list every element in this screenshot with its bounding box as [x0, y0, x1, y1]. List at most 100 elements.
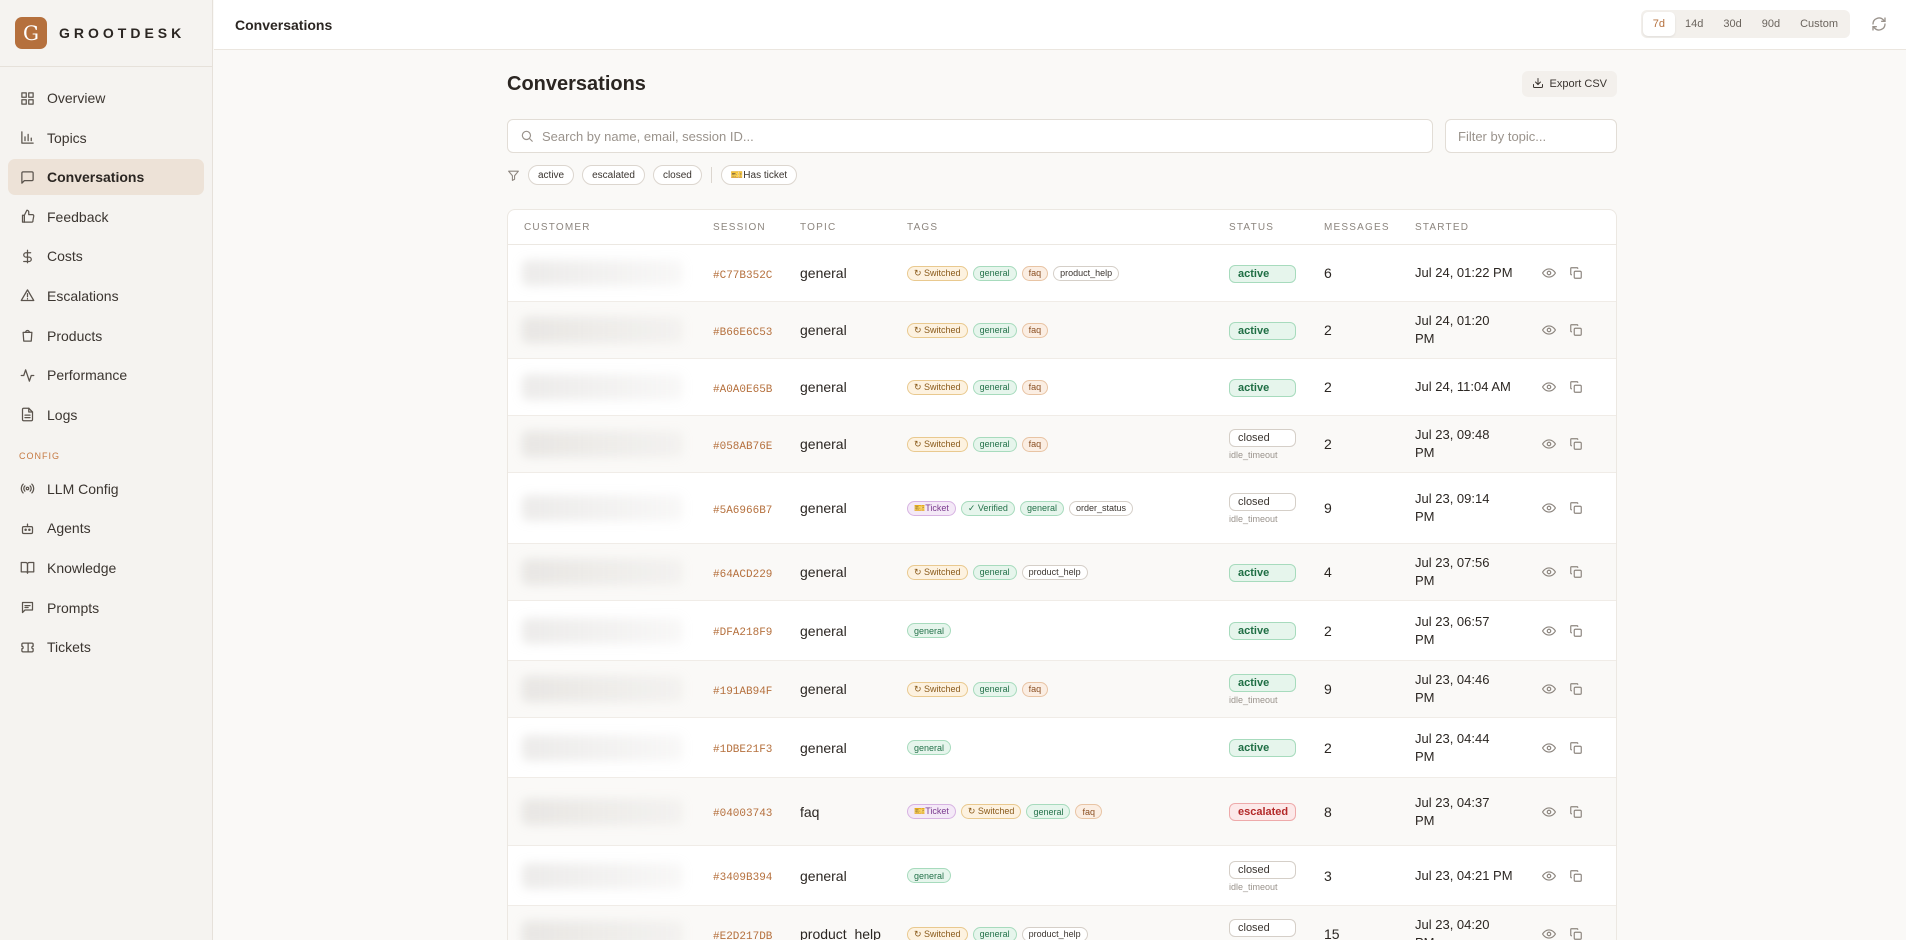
- sidebar-item-performance[interactable]: Performance: [8, 357, 204, 393]
- range-14d[interactable]: 14d: [1675, 12, 1713, 36]
- view-icon[interactable]: [1541, 565, 1557, 579]
- message-count: 2: [1324, 436, 1332, 452]
- header-topic[interactable]: TOPIC: [800, 222, 907, 233]
- started-line: Jul 23, 04:44: [1415, 730, 1490, 746]
- table-row[interactable]: #64ACD229 general ↻ Switched general product…: [508, 544, 1616, 601]
- header-started[interactable]: STARTED: [1415, 222, 1540, 233]
- copy-icon[interactable]: [1569, 380, 1583, 394]
- view-icon[interactable]: [1541, 437, 1557, 451]
- table-row[interactable]: #C77B352C general ↻ Switched general faq prod…: [508, 245, 1616, 302]
- copy-icon[interactable]: [1569, 624, 1583, 638]
- session-id[interactable]: #5A6966B7: [713, 505, 772, 517]
- session-id[interactable]: #E2D217DB: [713, 931, 772, 940]
- sidebar-item-tickets[interactable]: Tickets: [8, 629, 204, 665]
- tag-list: ↻ Switched general faq: [907, 379, 1229, 395]
- view-icon[interactable]: [1541, 927, 1557, 940]
- table-row[interactable]: #A0A0E65B general ↻ Switched general faq acti…: [508, 359, 1616, 416]
- tag-list: general: [907, 868, 1229, 883]
- sidebar-item-topics[interactable]: Topics: [8, 120, 204, 156]
- range-7d[interactable]: 7d: [1642, 12, 1676, 36]
- view-icon[interactable]: [1541, 266, 1557, 280]
- file-icon: [19, 407, 35, 423]
- copy-icon[interactable]: [1569, 869, 1583, 883]
- copy-icon[interactable]: [1569, 741, 1583, 755]
- session-id[interactable]: #04003743: [713, 808, 772, 820]
- range-90d[interactable]: 90d: [1752, 12, 1790, 36]
- topic-filter-input[interactable]: [1458, 128, 1608, 144]
- copy-icon[interactable]: [1569, 501, 1583, 515]
- copy-icon[interactable]: [1569, 805, 1583, 819]
- header-messages[interactable]: MESSAGES: [1324, 222, 1415, 233]
- brand[interactable]: G GROOTDESK: [0, 0, 212, 67]
- session-id[interactable]: #B66E6C53: [713, 327, 772, 339]
- chip-escalated[interactable]: escalated: [582, 165, 645, 185]
- sidebar-item-conversations[interactable]: Conversations: [8, 159, 204, 196]
- session-id[interactable]: #DFA218F9: [713, 627, 772, 639]
- copy-icon[interactable]: [1569, 437, 1583, 451]
- view-icon[interactable]: [1541, 682, 1557, 696]
- session-id[interactable]: #1DBE21F3: [713, 744, 772, 756]
- session-id[interactable]: #3409B394: [713, 872, 772, 884]
- customer-cell: [508, 718, 713, 777]
- session-id[interactable]: #058AB76E: [713, 441, 772, 453]
- refresh-icon[interactable]: [1871, 16, 1887, 32]
- copy-icon[interactable]: [1569, 927, 1583, 940]
- view-icon[interactable]: [1541, 624, 1557, 638]
- sidebar-item-costs[interactable]: Costs: [8, 238, 204, 274]
- ticket-icon: [19, 639, 35, 655]
- session-id[interactable]: #64ACD229: [713, 569, 772, 581]
- started-line: Jul 23, 07:56: [1415, 555, 1490, 570]
- topic: general: [800, 867, 847, 884]
- tag-general: general: [972, 681, 1017, 697]
- table-row[interactable]: #DFA218F9 general general active 2 Jul 23, 06…: [508, 601, 1616, 661]
- status-badge: closed: [1229, 919, 1296, 937]
- tag-general: general: [1026, 804, 1071, 819]
- table-row[interactable]: #191AB94F general ↻ Switched general faq acti…: [508, 661, 1616, 718]
- chip-active[interactable]: active: [528, 165, 575, 185]
- sidebar-item-label: LLM Config: [47, 480, 119, 497]
- sidebar-item-llm-config[interactable]: LLM Config: [8, 471, 204, 507]
- header-customer[interactable]: CUSTOMER: [508, 222, 713, 233]
- table-row[interactable]: #E2D217DB product_help ↻ Switched general pr…: [508, 906, 1616, 940]
- view-icon[interactable]: [1541, 501, 1557, 515]
- sidebar-item-knowledge[interactable]: Knowledge: [8, 550, 204, 586]
- range-30d[interactable]: 30d: [1713, 12, 1751, 36]
- sidebar-item-products[interactable]: Products: [8, 318, 204, 354]
- sidebar-item-prompts[interactable]: Prompts: [8, 590, 204, 626]
- search-input[interactable]: [542, 128, 1402, 144]
- view-icon[interactable]: [1541, 869, 1557, 883]
- view-icon[interactable]: [1541, 323, 1557, 337]
- table-row[interactable]: #1DBE21F3 general general active 2 Jul 23, 04…: [508, 718, 1616, 778]
- export-csv-button[interactable]: Export CSV: [1521, 71, 1617, 97]
- sidebar: G GROOTDESK Overview Topics Conversations F…: [0, 0, 213, 940]
- copy-icon[interactable]: [1569, 682, 1583, 696]
- view-icon[interactable]: [1541, 741, 1557, 755]
- sidebar-item-feedback[interactable]: Feedback: [8, 199, 204, 235]
- table-row[interactable]: #058AB76E general ↻ Switched general faq clos…: [508, 416, 1616, 473]
- session-id[interactable]: #C77B352C: [713, 270, 772, 282]
- sidebar-item-escalations[interactable]: Escalations: [8, 278, 204, 314]
- header-session[interactable]: SESSION: [713, 222, 800, 233]
- chip-has-ticket[interactable]: 🎫Has ticket: [720, 165, 798, 185]
- tag-faq: faq: [1075, 804, 1102, 819]
- session-id[interactable]: #191AB94F: [713, 686, 772, 698]
- view-icon[interactable]: [1541, 805, 1557, 819]
- sidebar-item-logs[interactable]: Logs: [8, 397, 204, 433]
- table-row[interactable]: #04003743 faq 🎫Ticket ↻ Switched general faq e…: [508, 778, 1616, 846]
- tag-general: general: [972, 926, 1017, 940]
- table-row[interactable]: #3409B394 general general closed idle_timeou…: [508, 846, 1616, 906]
- status-reason: idle_timeout: [1229, 514, 1278, 524]
- chip-closed[interactable]: closed: [652, 165, 702, 185]
- copy-icon[interactable]: [1569, 266, 1583, 280]
- session-id[interactable]: #A0A0E65B: [713, 384, 772, 396]
- range-custom[interactable]: Custom: [1790, 12, 1848, 36]
- header-status[interactable]: STATUS: [1229, 222, 1324, 233]
- table-row[interactable]: #B66E6C53 general ↻ Switched general faq acti…: [508, 302, 1616, 359]
- copy-icon[interactable]: [1569, 565, 1583, 579]
- table-row[interactable]: #5A6966B7 general 🎫Ticket ✓ Verified general…: [508, 473, 1616, 544]
- copy-icon[interactable]: [1569, 323, 1583, 337]
- sidebar-item-agents[interactable]: Agents: [8, 510, 204, 546]
- header-tags[interactable]: TAGS: [907, 222, 1229, 233]
- sidebar-item-overview[interactable]: Overview: [8, 80, 204, 116]
- view-icon[interactable]: [1541, 380, 1557, 394]
